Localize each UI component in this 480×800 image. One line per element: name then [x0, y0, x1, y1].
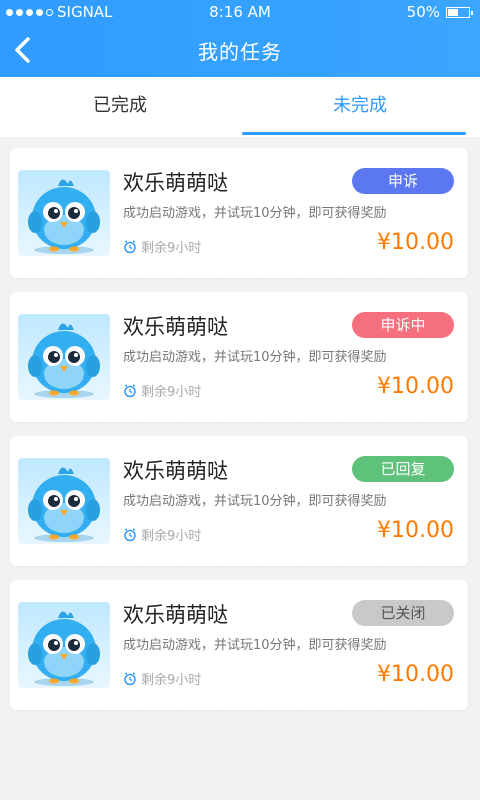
reward-price: ¥10.00: [377, 662, 454, 687]
bird-mascot-icon: [28, 179, 100, 254]
battery-percent: 50%: [406, 3, 440, 21]
task-description: 成功启动游戏，并试玩10分钟，即可获得奖励: [123, 638, 387, 653]
time-remaining: 剩余9小时: [123, 237, 201, 256]
time-remaining: 剩余9小时: [123, 669, 201, 688]
scallop-edge: [11, 567, 468, 571]
task-title: 欢乐萌萌哒: [123, 315, 228, 339]
time-remaining-label: 剩余9小时: [141, 673, 202, 688]
task-title: 欢乐萌萌哒: [123, 459, 228, 483]
status-bar: SIGNAL 8:16 AM 50%: [0, 0, 480, 24]
task-card[interactable]: 欢乐萌萌哒 申诉中 成功启动游戏，并试玩10分钟，即可获得奖励 剩余9小时 ¥1…: [10, 292, 468, 427]
time-remaining-label: 剩余9小时: [141, 241, 202, 256]
task-card[interactable]: 欢乐萌萌哒 已关闭 成功启动游戏，并试玩10分钟，即可获得奖励 剩余9小时 ¥1…: [10, 580, 468, 715]
status-badge[interactable]: 已回复: [352, 456, 454, 482]
task-description: 成功启动游戏，并试玩10分钟，即可获得奖励: [123, 494, 387, 509]
scallop-edge: [11, 711, 468, 715]
app-header: SIGNAL 8:16 AM 50% 我的任务: [0, 0, 480, 77]
time-remaining: 剩余9小时: [123, 525, 201, 544]
tab-bar: 已完成 未完成: [0, 77, 480, 137]
time-remaining-label: 剩余9小时: [141, 385, 202, 400]
alarm-clock-icon: [124, 383, 136, 397]
page-title: 我的任务: [198, 40, 282, 64]
bird-mascot-icon: [28, 467, 100, 542]
task-title: 欢乐萌萌哒: [123, 603, 228, 627]
task-card[interactable]: 欢乐萌萌哒 已回复 成功启动游戏，并试玩10分钟，即可获得奖励 剩余9小时 ¥1…: [10, 436, 468, 571]
status-badge[interactable]: 申诉: [352, 168, 454, 194]
status-badge[interactable]: 已关闭: [352, 600, 454, 626]
tab-incomplete[interactable]: 未完成: [240, 77, 480, 137]
alarm-clock-icon: [124, 527, 136, 541]
task-card[interactable]: 欢乐萌萌哒 申诉 成功启动游戏，并试玩10分钟，即可获得奖励 剩余9小时 ¥10…: [10, 148, 468, 283]
battery-icon: [446, 6, 473, 18]
scallop-edge: [11, 279, 468, 283]
task-description: 成功启动游戏，并试玩10分钟，即可获得奖励: [123, 350, 387, 365]
bird-mascot-icon: [28, 323, 100, 398]
task-description: 成功启动游戏，并试玩10分钟，即可获得奖励: [123, 206, 387, 221]
reward-price: ¥10.00: [377, 518, 454, 543]
battery-indicator: 50%: [406, 3, 473, 21]
game-thumbnail: [18, 314, 110, 400]
status-badge[interactable]: 申诉中: [352, 312, 454, 338]
game-thumbnail: [18, 170, 110, 256]
alarm-clock-icon: [124, 671, 136, 685]
bird-mascot-icon: [28, 611, 100, 686]
alarm-clock-icon: [124, 239, 136, 253]
reward-price: ¥10.00: [377, 374, 454, 399]
time-remaining: 剩余9小时: [123, 381, 201, 400]
time-remaining-label: 剩余9小时: [141, 529, 202, 544]
game-thumbnail: [18, 602, 110, 688]
task-title: 欢乐萌萌哒: [123, 171, 228, 195]
game-thumbnail: [18, 458, 110, 544]
scallop-edge: [11, 423, 468, 427]
reward-price: ¥10.00: [377, 230, 454, 255]
tab-completed[interactable]: 已完成: [0, 77, 240, 137]
